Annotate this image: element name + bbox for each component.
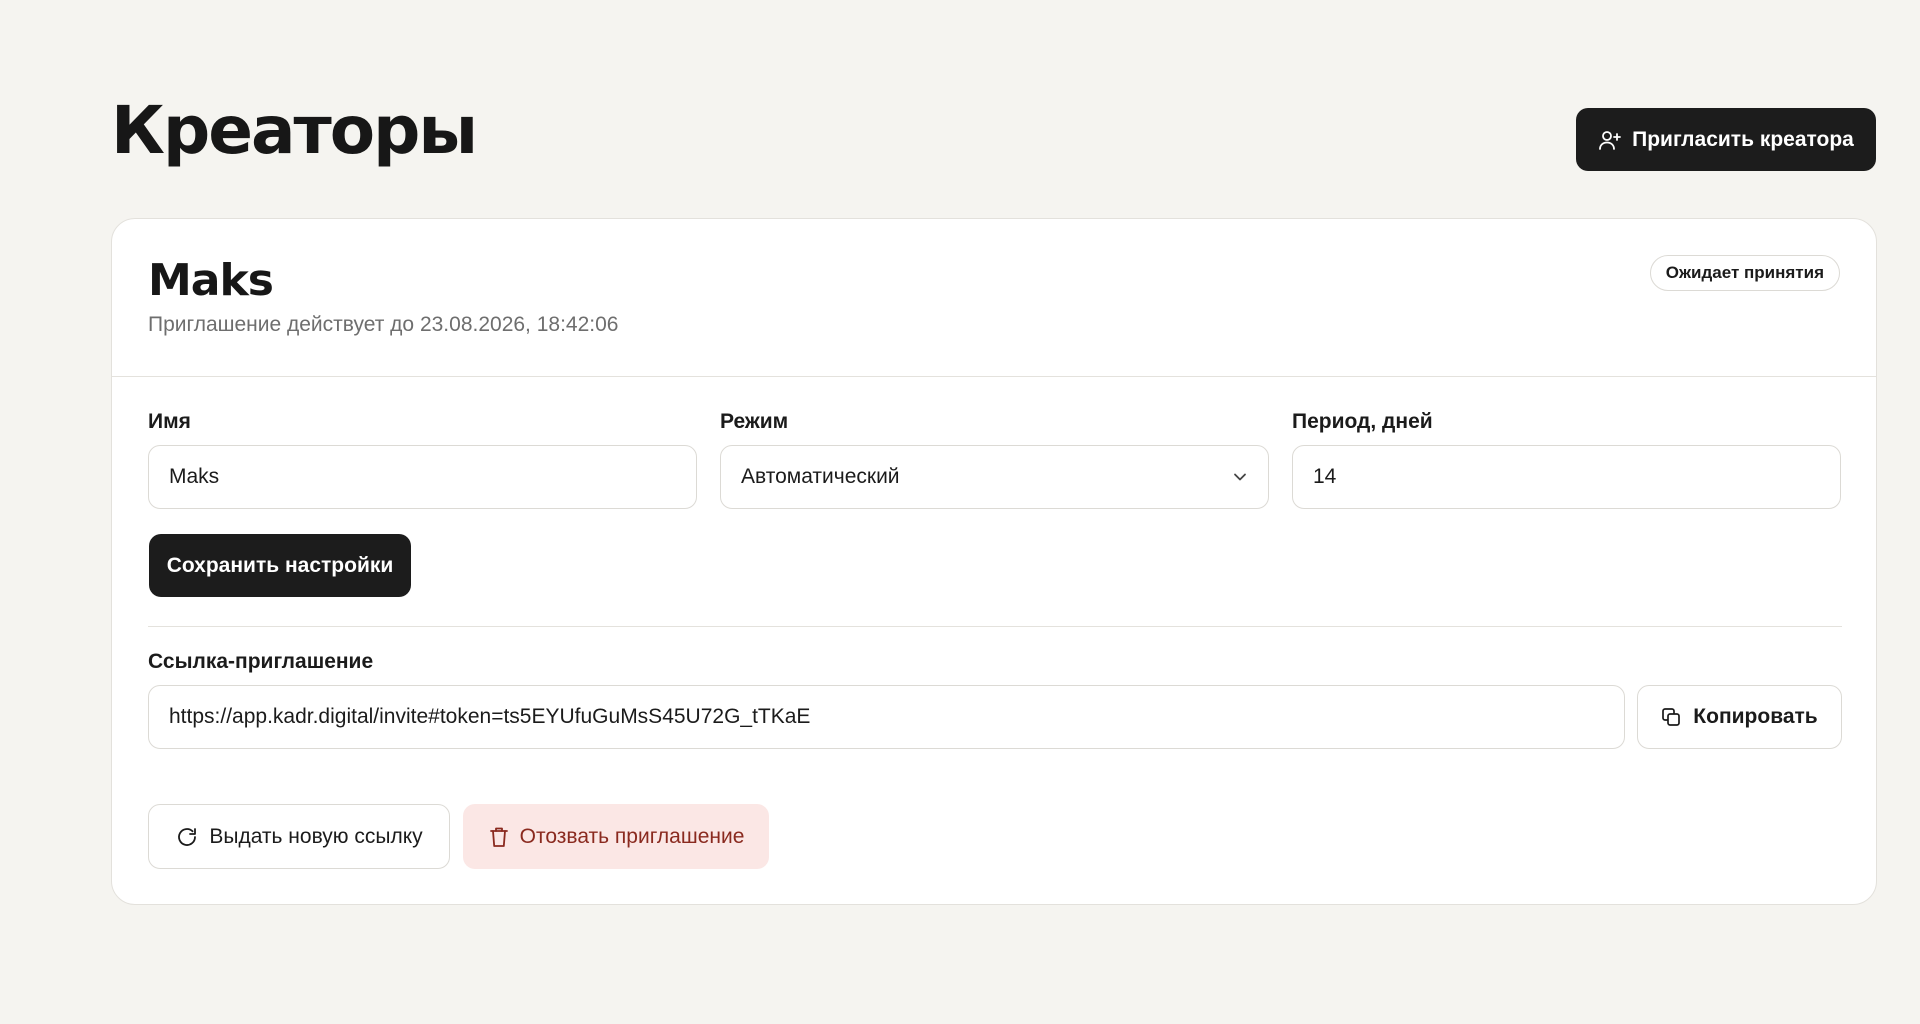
name-field[interactable] xyxy=(148,445,697,509)
creator-name: Maks xyxy=(148,255,274,306)
revoke-invite-button[interactable]: Отозвать приглашение xyxy=(463,804,769,869)
name-field-label: Имя xyxy=(148,410,191,433)
period-input[interactable] xyxy=(1313,465,1820,489)
period-field[interactable] xyxy=(1292,445,1841,509)
invite-link-field[interactable] xyxy=(148,685,1625,749)
creator-card: Maks Приглашение действует до 23.08.2026… xyxy=(111,218,1877,905)
invite-link-label: Ссылка-приглашение xyxy=(148,650,374,673)
copy-icon xyxy=(1661,707,1681,727)
user-plus-icon xyxy=(1598,129,1622,151)
page-title: Креаторы xyxy=(111,92,478,169)
revoke-invite-label: Отозвать приглашение xyxy=(519,824,745,848)
chevron-down-icon xyxy=(1232,472,1248,482)
creator-card-header: Maks Приглашение действует до 23.08.2026… xyxy=(112,219,1876,377)
mode-select-value: Автоматический xyxy=(741,465,900,488)
section-divider xyxy=(148,626,1842,627)
new-link-button[interactable]: Выдать новую ссылку xyxy=(148,804,450,869)
trash-icon xyxy=(488,825,510,849)
copy-link-button[interactable]: Копировать xyxy=(1637,685,1842,749)
invite-creator-button[interactable]: Пригласить креатора xyxy=(1576,108,1876,171)
invite-expiry-text: Приглашение действует до 23.08.2026, 18:… xyxy=(148,313,619,336)
period-field-label: Период, дней xyxy=(1292,410,1433,433)
save-settings-button[interactable]: Сохранить настройки xyxy=(149,534,411,597)
refresh-icon xyxy=(175,825,199,849)
name-input[interactable] xyxy=(169,465,676,489)
invite-creator-label: Пригласить креатора xyxy=(1632,127,1854,151)
status-badge: Ожидает принятия xyxy=(1649,255,1840,291)
mode-select[interactable]: Автоматический xyxy=(720,445,1269,509)
invite-link-input[interactable] xyxy=(169,705,1604,729)
mode-field-label: Режим xyxy=(720,410,789,433)
copy-link-label: Копировать xyxy=(1693,705,1818,728)
new-link-label: Выдать новую ссылку xyxy=(209,824,423,848)
